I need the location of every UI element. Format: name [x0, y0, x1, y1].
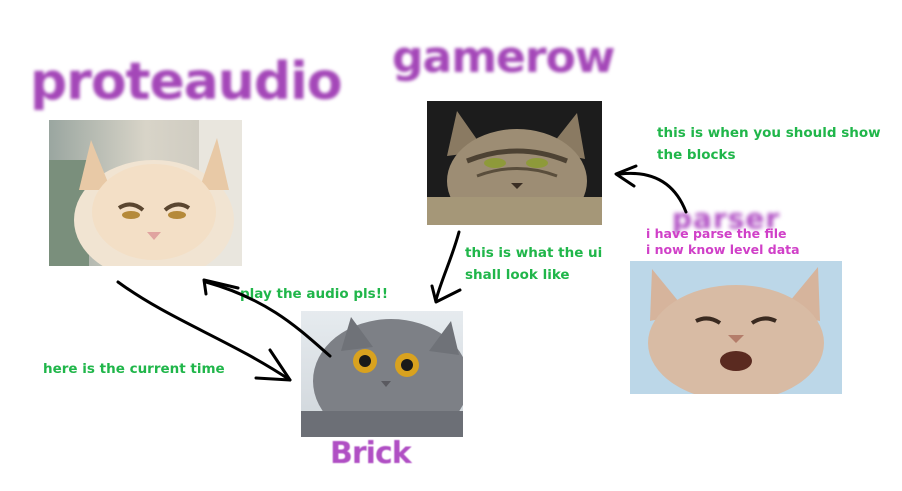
- diagram-canvas: { "nodes": { "proteaudio": { "label": "p…: [0, 0, 902, 491]
- arrow-parser-to-gamerow: [614, 164, 688, 214]
- arrows-layer: [116, 164, 688, 382]
- arrow-proteaudio-to-brick: [116, 280, 292, 382]
- arrow-gamerow-to-brick: [430, 230, 462, 304]
- arrow-brick-to-proteaudio: [202, 278, 332, 358]
